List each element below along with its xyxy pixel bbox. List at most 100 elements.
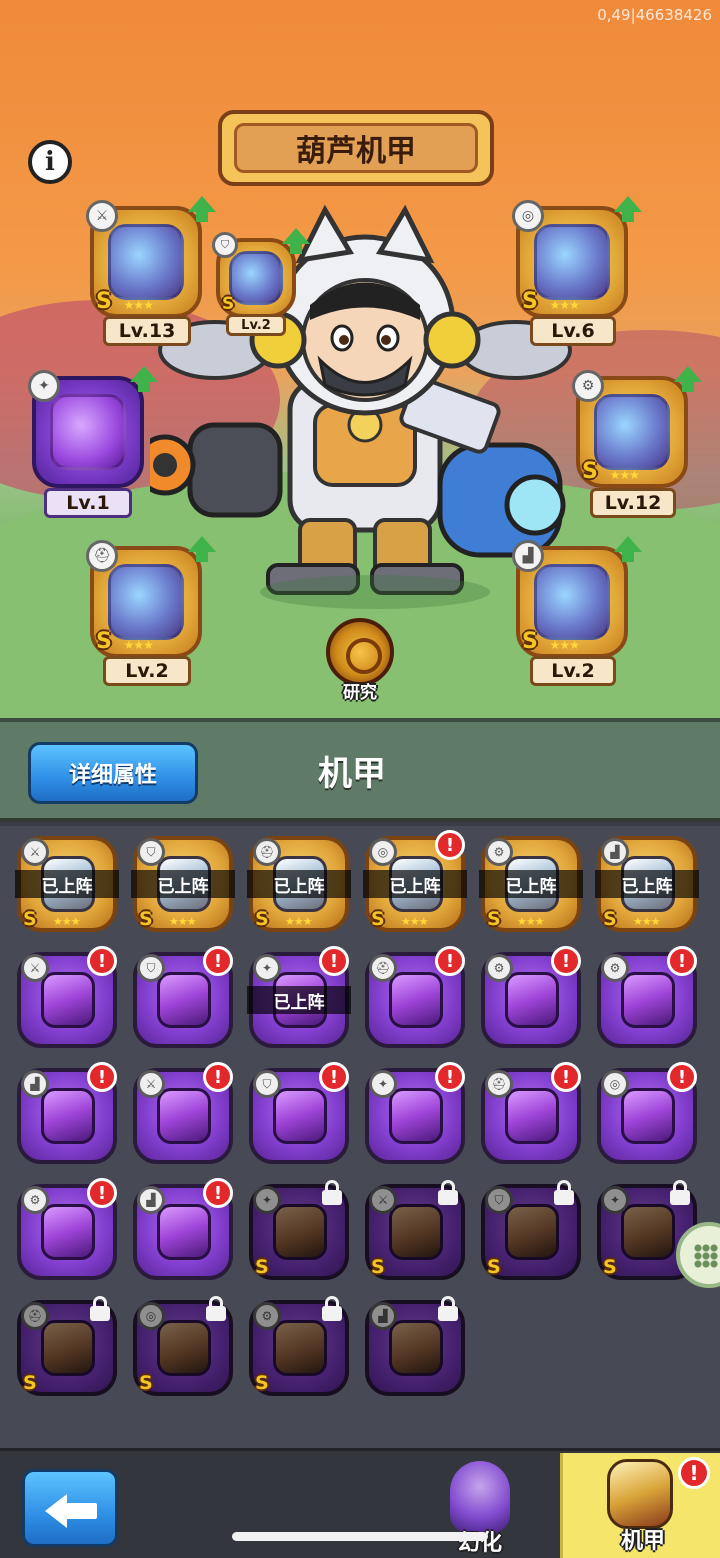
equipment-card[interactable]: ✦ 已上阵! — [247, 946, 351, 1048]
gear-icon: ⚙ — [572, 370, 604, 402]
research-button[interactable]: 研究 — [322, 618, 398, 704]
alert-badge: ! — [87, 1062, 117, 1092]
equipment-icon — [41, 1320, 95, 1376]
blade-icon: ✦ — [253, 954, 281, 982]
equipment-card[interactable]: ⚔ S ★★★ 已上阵 — [15, 836, 119, 932]
level-label: Lv.2 — [226, 314, 286, 336]
grade-label: S — [23, 908, 37, 930]
alert-badge: ! — [551, 1062, 581, 1092]
tab-morph[interactable]: 幻化 — [420, 1457, 540, 1558]
lock-body — [322, 1306, 342, 1321]
equipment-card[interactable]: ◎ S ★★★ 已上阵! — [363, 830, 467, 932]
mecha-helmet-icon — [607, 1459, 673, 1529]
equipment-icon — [41, 972, 95, 1028]
equipment-card[interactable]: ⚙ S ★★★ 已上阵 — [479, 836, 583, 932]
grade-label: S — [603, 1256, 617, 1278]
boot-icon: ▟ — [512, 540, 544, 572]
equipment-icon — [533, 223, 611, 301]
grid-menu-icon — [694, 1244, 718, 1268]
equipment-card[interactable]: ⚙! — [597, 946, 697, 1048]
equipment-card[interactable]: ⚙! — [17, 1178, 117, 1280]
equipped-slot[interactable]: ⚔ S ★★★ — [86, 196, 216, 318]
equipment-card[interactable]: ◎ S — [133, 1296, 233, 1396]
equipment-card[interactable]: ⛑! — [365, 946, 465, 1048]
equipment-icon — [273, 1088, 327, 1144]
equipment-card[interactable]: ▟! — [17, 1062, 117, 1164]
equipment-icon — [621, 1088, 675, 1144]
stars-icon: ★★★ — [123, 298, 154, 312]
equipment-card[interactable]: ▟ — [365, 1296, 465, 1396]
equipment-icon — [505, 972, 559, 1028]
equipment-card[interactable]: ⛑ S — [17, 1296, 117, 1396]
equipment-card[interactable]: ✦ S — [249, 1180, 349, 1280]
equipment-card[interactable]: ⚙ S — [249, 1296, 349, 1396]
equipment-card[interactable]: ⚔! — [133, 1062, 233, 1164]
level-label: Lv.6 — [530, 316, 616, 346]
equipment-icon — [107, 563, 185, 641]
equipped-slot[interactable]: ⛑ S ★★★ — [86, 536, 216, 658]
helmet-icon: ⛑ — [253, 838, 281, 866]
upgrade-arrow-icon — [130, 366, 158, 392]
equipment-card[interactable]: ⚔ S — [365, 1180, 465, 1280]
equipment-card[interactable]: ⛉ S — [481, 1180, 581, 1280]
equipment-card[interactable]: ⚙! — [481, 946, 581, 1048]
shield-icon: ⛉ — [253, 1070, 281, 1098]
level-label: Lv.1 — [44, 488, 132, 518]
level-label: Lv.2 — [103, 656, 191, 686]
home-indicator[interactable] — [232, 1532, 488, 1541]
equipped-slot[interactable]: ✦ — [28, 366, 158, 488]
equipped-slot[interactable]: ▟ S ★★★ — [512, 536, 642, 658]
boot-icon: ▟ — [601, 838, 629, 866]
equipment-card[interactable]: ⛉ S ★★★ 已上阵 — [131, 836, 235, 932]
equipment-card[interactable]: ⚔! — [17, 946, 117, 1048]
alert-badge: ! — [319, 1062, 349, 1092]
lock-icon — [437, 1296, 459, 1322]
helmet-icon: ⛑ — [86, 540, 118, 572]
equipment-icon — [228, 250, 284, 306]
equipment-card[interactable]: ⛑! — [481, 1062, 581, 1164]
lock-body — [90, 1306, 110, 1321]
equipment-card[interactable]: ⛑ S ★★★ 已上阵 — [247, 836, 351, 932]
lock-icon — [437, 1180, 459, 1206]
lock-icon — [89, 1296, 111, 1322]
grade-label: S — [522, 629, 538, 654]
chest-icon: ◎ — [601, 1070, 629, 1098]
alert-badge: ! — [678, 1457, 710, 1489]
gear-icon: ⚙ — [21, 1186, 49, 1214]
sword-icon: ⚔ — [369, 1186, 397, 1214]
sword-icon: ⚔ — [86, 200, 118, 232]
alert-badge: ! — [319, 946, 349, 976]
shield-icon: ⛉ — [212, 232, 238, 258]
info-icon: i — [45, 147, 55, 177]
detail-attributes-button[interactable]: 详细属性 — [28, 742, 198, 804]
deployed-label: 已上阵 — [479, 870, 583, 898]
equipment-card[interactable]: ⛉! — [133, 946, 233, 1048]
boot-icon: ▟ — [21, 1070, 49, 1098]
grade-label: S — [222, 294, 235, 314]
alert-badge: ! — [203, 1178, 233, 1208]
info-button[interactable]: i — [28, 140, 72, 184]
lock-icon — [205, 1296, 227, 1322]
stars-icon: ★★★ — [633, 915, 661, 928]
alert-badge: ! — [435, 946, 465, 976]
equipment-card[interactable]: ▟ S ★★★ 已上阵 — [595, 836, 699, 932]
equipment-card[interactable]: ◎! — [597, 1062, 697, 1164]
back-button[interactable] — [22, 1469, 118, 1547]
equipped-slot[interactable]: ◎ S ★★★ — [512, 196, 642, 318]
equipment-icon — [389, 1320, 443, 1376]
shield-icon: ⛉ — [137, 954, 165, 982]
stars-icon: ★★★ — [549, 638, 580, 652]
research-label: 研究 — [343, 683, 377, 703]
alert-badge: ! — [87, 946, 117, 976]
tab-mecha[interactable]: 机甲 ! — [560, 1453, 720, 1558]
alert-badge: ! — [87, 1178, 117, 1208]
equipped-slot[interactable]: ⚙ S ★★★ — [572, 366, 702, 488]
upgrade-arrow-icon — [614, 196, 642, 222]
equipment-icon — [41, 1204, 95, 1260]
equipment-card[interactable]: ▟! — [133, 1178, 233, 1280]
equipment-card[interactable]: ⛉! — [249, 1062, 349, 1164]
level-label: Lv.13 — [103, 316, 191, 346]
equipment-card[interactable]: ✦! — [365, 1062, 465, 1164]
equipment-icon — [157, 1204, 211, 1260]
equipped-slot[interactable]: ⛉ S — [212, 228, 310, 318]
